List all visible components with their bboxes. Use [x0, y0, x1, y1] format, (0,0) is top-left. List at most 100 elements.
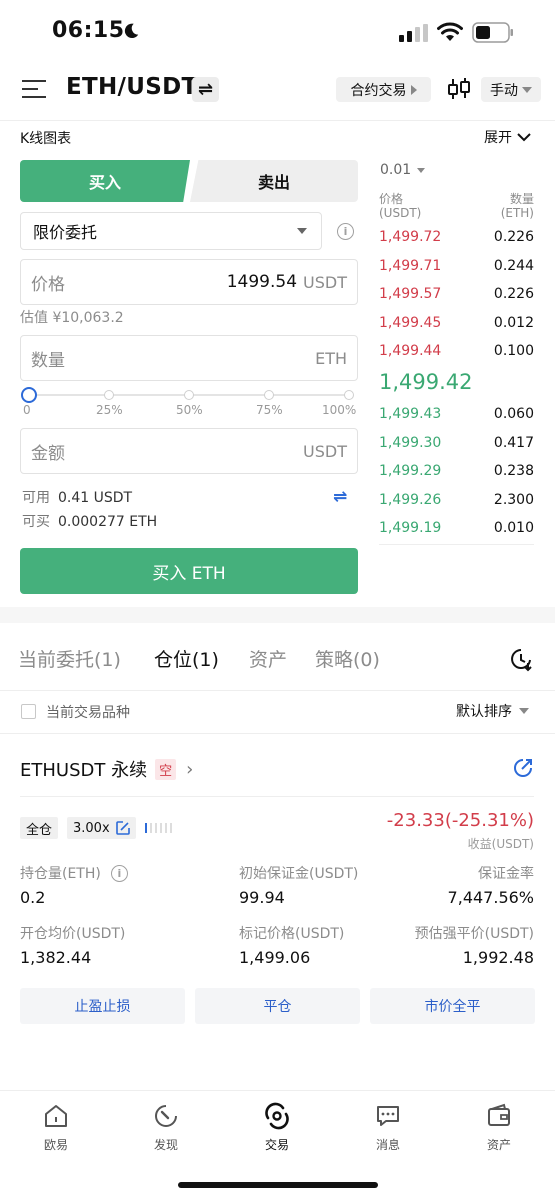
tab-buy[interactable]: 买入 — [20, 160, 190, 202]
position-name: ETHUSDT 永续 — [20, 760, 148, 781]
order-type-select[interactable]: 限价委托 — [20, 212, 322, 250]
nav-label: 消息 — [375, 1138, 400, 1152]
bid-qty: 0.417 — [493, 435, 534, 451]
ask-qty: 0.226 — [493, 229, 534, 245]
contract-trade-label: 合约交易 — [350, 82, 407, 99]
ask-qty: 0.226 — [493, 286, 534, 302]
moon-icon — [124, 23, 139, 39]
ask-price[interactable]: 1,499.72 — [379, 229, 441, 245]
sort-select[interactable]: 默认排序 — [456, 701, 529, 721]
bid-price[interactable]: 1,499.19 — [379, 520, 441, 536]
slider-stop-100[interactable] — [344, 390, 354, 400]
triangle-right-icon — [410, 84, 417, 95]
manual-mode-button[interactable]: 手动 — [481, 77, 541, 102]
candlestick-icon[interactable] — [446, 76, 472, 102]
available-row: 可用 0.41 USDT — [22, 487, 132, 507]
buy-eth-button[interactable]: 买入 ETH — [20, 548, 358, 594]
order-type-value: 限价委托 — [33, 223, 98, 242]
trade-icon — [265, 1102, 289, 1130]
menu-icon[interactable] — [22, 78, 46, 100]
pair-title[interactable]: ETH/USDT — [66, 74, 197, 100]
stat-label: 开仓均价(USDT) — [20, 926, 126, 942]
short-badge: 空 — [155, 758, 177, 780]
depth-step-value: 0.01 — [380, 162, 412, 178]
triangle-down-icon — [519, 708, 529, 714]
nav-messages[interactable]: 消息 — [353, 1102, 423, 1153]
bid-price[interactable]: 1,499.29 — [379, 463, 441, 479]
bid-qty: 2.300 — [493, 492, 534, 508]
qty-header-label: 数量 — [509, 192, 534, 206]
last-price[interactable]: 1,499.42 — [379, 370, 473, 394]
tab-sell[interactable]: 卖出 — [190, 160, 358, 202]
tab-strategies[interactable]: 策略(0) — [315, 645, 380, 672]
info-icon[interactable]: i — [337, 223, 354, 240]
home-indicator — [178, 1182, 378, 1188]
section-gap — [0, 607, 555, 623]
amount-input[interactable]: 金额 USDT — [20, 428, 358, 474]
price-value: 1499.54 — [226, 272, 298, 292]
can-buy-label: 可买 — [22, 514, 50, 530]
leverage-badge[interactable]: 3.00x — [67, 817, 136, 839]
share-icon[interactable] — [512, 757, 534, 779]
bid-qty: 0.010 — [493, 520, 534, 536]
triangle-down-icon — [522, 86, 532, 93]
nav-label: 发现 — [153, 1138, 178, 1152]
price-unit: USDT — [303, 272, 347, 292]
ask-qty: 0.244 — [493, 258, 534, 274]
slider-handle[interactable] — [21, 387, 37, 403]
nav-trade[interactable]: 交易 — [242, 1102, 312, 1153]
can-buy-value: 0.000277 ETH — [58, 514, 158, 530]
depth-step-select[interactable]: 0.01 — [380, 162, 426, 178]
transfer-icon[interactable]: ⇌ — [333, 487, 347, 507]
slider-label-25: 25% — [96, 403, 123, 417]
stat-label-text: 持仓量(ETH) — [20, 866, 101, 882]
current-pair-checkbox[interactable] — [21, 704, 36, 719]
stat-value: 1,499.06 — [239, 948, 311, 967]
bid-price[interactable]: 1,499.26 — [379, 492, 441, 508]
switch-pair-icon[interactable]: ⇌ — [192, 77, 219, 102]
bid-price[interactable]: 1,499.43 — [379, 406, 441, 422]
pnl-label: 收益(USDT) — [467, 837, 534, 851]
tab-assets[interactable]: 资产 — [249, 645, 287, 672]
ask-price[interactable]: 1,499.45 — [379, 315, 441, 331]
divider — [20, 796, 534, 797]
quantity-input[interactable]: 数量 ETH — [20, 335, 358, 381]
slider-stop-25[interactable] — [104, 390, 114, 400]
ask-price[interactable]: 1,499.44 — [379, 343, 441, 359]
tab-positions[interactable]: 仓位(1) — [154, 645, 219, 672]
slider-label-75: 75% — [256, 403, 283, 417]
stat-value: 0.2 — [20, 888, 46, 907]
nav-label: 资产 — [486, 1138, 511, 1152]
nav-assets[interactable]: 资产 — [464, 1102, 534, 1153]
tp-sl-button[interactable]: 止盈止损 — [20, 988, 185, 1024]
wifi-icon — [437, 22, 463, 41]
wallet-icon — [488, 1103, 510, 1126]
leverage-value: 3.00x — [73, 820, 110, 836]
available-value: 0.41 USDT — [58, 490, 133, 506]
slider-label-50: 50% — [176, 403, 203, 417]
nav-discover[interactable]: 发现 — [131, 1102, 201, 1153]
info-icon[interactable]: i — [110, 864, 128, 882]
tab-open-orders[interactable]: 当前委托(1) — [18, 645, 121, 672]
triangle-down-icon — [297, 228, 307, 234]
market-close-all-button[interactable]: 市价全平 — [370, 988, 535, 1024]
ask-price[interactable]: 1,499.71 — [379, 258, 441, 274]
stat-label: 初始保证金(USDT) — [239, 866, 359, 882]
ask-price[interactable]: 1,499.57 — [379, 286, 441, 302]
qty-header: 数量 (ETH) — [501, 192, 534, 220]
slider-stop-75[interactable] — [264, 390, 274, 400]
bid-price[interactable]: 1,499.30 — [379, 435, 441, 451]
nav-label: 交易 — [264, 1138, 289, 1152]
quantity-placeholder: 数量 — [31, 350, 65, 371]
divider — [0, 733, 555, 734]
position-title[interactable]: ETHUSDT 永续 空 › — [20, 756, 193, 782]
close-position-button[interactable]: 平仓 — [195, 988, 360, 1024]
price-input[interactable]: 价格 1499.54 USDT — [20, 259, 358, 305]
slider-stop-50[interactable] — [184, 390, 194, 400]
history-icon[interactable] — [508, 646, 534, 672]
kline-label: K线图表 — [20, 131, 72, 147]
contract-trade-button[interactable]: 合约交易 — [336, 77, 431, 102]
chevron-right-icon: › — [186, 758, 194, 780]
nav-home[interactable]: 欧易 — [21, 1102, 91, 1153]
expand-button[interactable]: 展开 — [484, 127, 531, 147]
